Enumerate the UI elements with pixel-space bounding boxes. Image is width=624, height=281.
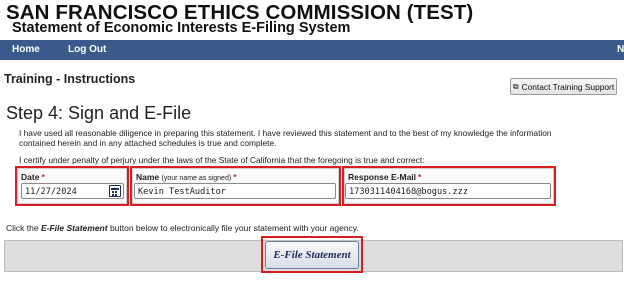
nav-logout-link[interactable]: Log Out (68, 44, 106, 55)
calendar-icon[interactable] (109, 185, 121, 197)
email-label: Response E-Mail * (348, 172, 422, 182)
efile-instruction: Click the E-File Statement button below … (6, 223, 359, 233)
contact-support-button[interactable]: ⧉ Contact Training Support (510, 78, 617, 95)
support-icon: ⧉ (512, 81, 519, 91)
name-input[interactable]: Kevin TestAuditor (134, 183, 336, 199)
page-subtitle: Training - Instructions (4, 72, 136, 86)
certify-statement: I certify under penalty of perjury under… (19, 155, 425, 165)
date-value: 11/27/2024 (25, 187, 77, 197)
diligence-statement: I have used all reasonable diligence in … (19, 128, 552, 148)
nav-home-link[interactable]: Home (12, 44, 40, 55)
system-title: Statement of Economic Interests E-Filing… (12, 20, 351, 36)
contact-support-label: Contact Training Support (521, 81, 615, 92)
app-header: SAN FRANCISCO ETHICS COMMISSION (TEST) S… (0, 0, 624, 40)
nav-bar: Home Log Out N (0, 40, 624, 60)
nav-more-link[interactable]: N (617, 44, 624, 55)
name-label: Name (your name as signed) * (136, 172, 237, 182)
email-value: 1730311404168@bogus.zzz (349, 187, 468, 197)
name-value: Kevin TestAuditor (138, 187, 226, 197)
date-label: Date * (21, 172, 45, 182)
email-input[interactable]: 1730311404168@bogus.zzz (345, 183, 551, 199)
required-marker: * (233, 172, 237, 182)
step-title: Step 4: Sign and E-File (6, 103, 192, 123)
efile-statement-button[interactable]: E-File Statement (265, 241, 359, 269)
required-marker: * (41, 172, 45, 182)
required-marker: * (418, 172, 422, 182)
